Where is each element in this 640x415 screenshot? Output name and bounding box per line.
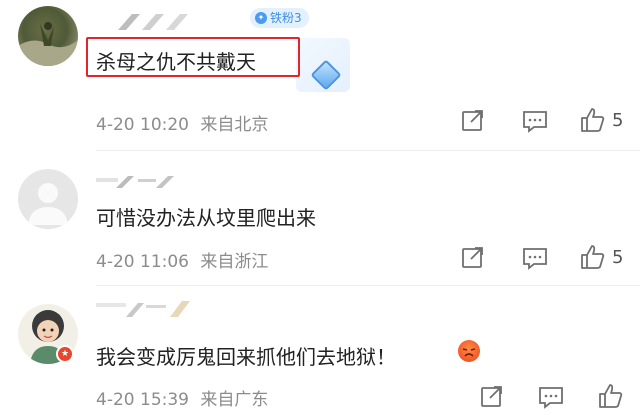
comment-icon: [539, 387, 563, 409]
default-avatar[interactable]: [18, 169, 78, 229]
comment-location: 来自北京: [200, 115, 269, 135]
like-button[interactable]: 5: [580, 107, 623, 133]
username-redacted: [96, 301, 190, 317]
comment-time: 11:06: [140, 252, 189, 272]
fan-badge-icon: ✦: [255, 12, 267, 24]
username-redacted: [96, 176, 174, 188]
thumbs-up-icon: [599, 384, 623, 408]
like-count: 5: [612, 109, 624, 131]
comment-icon: [523, 111, 547, 133]
avatar[interactable]: [18, 6, 78, 66]
comment-item: ★ 我会变成厉鬼回来抓他们去地狱！ 4-20 15:39 来自广东: [0, 285, 640, 415]
verified-badge: ★: [56, 345, 74, 363]
share-button[interactable]: [461, 108, 485, 132]
comment-icon: [523, 248, 547, 270]
share-button[interactable]: [480, 384, 504, 408]
comment-date: 4-20: [96, 252, 135, 272]
comment-item: 可惜没办法从坟里爬出来 4-20 11:06 来自浙江 5: [0, 150, 640, 285]
comment-location: 来自广东: [200, 390, 269, 410]
comment-meta: 4-20 15:39 来自广东: [96, 385, 268, 410]
thumbs-up-icon: [581, 108, 605, 132]
thumbs-up-icon: [581, 245, 605, 269]
comment-date: 4-20: [96, 115, 135, 135]
comment-date: 4-20: [96, 390, 135, 410]
comment-time: 15:39: [140, 390, 189, 410]
like-button[interactable]: 5: [580, 244, 623, 270]
comment-button[interactable]: [538, 385, 564, 409]
share-icon: [481, 386, 502, 407]
share-icon: [462, 110, 483, 131]
like-button[interactable]: [598, 383, 624, 409]
comment-text: 杀母之仇不共戴天: [96, 50, 256, 74]
comment-button[interactable]: [522, 109, 548, 133]
share-icon: [462, 247, 483, 268]
comment-text: 可惜没办法从坟里爬出来: [96, 206, 316, 230]
fan-level-badge: ✦ 铁粉3: [250, 8, 309, 28]
comment-button[interactable]: [522, 246, 548, 270]
comment-item: ✦ 铁粉3 杀母之仇不共戴天 4-20 10:20 来自北京 5: [0, 0, 640, 150]
comment-text: 我会变成厉鬼回来抓他们去地狱！: [96, 345, 396, 369]
fan-badge-label: 铁粉3: [270, 11, 302, 25]
comment-meta: 4-20 11:06 来自浙江: [96, 247, 268, 272]
angry-face-emoji: [458, 340, 480, 362]
comment-time: 10:20: [140, 115, 189, 135]
share-button[interactable]: [461, 245, 485, 269]
comment-location: 来自浙江: [200, 252, 269, 272]
comment-meta: 4-20 10:20 来自北京: [96, 110, 268, 135]
like-count: 5: [612, 246, 624, 268]
username-redacted: [118, 14, 188, 30]
